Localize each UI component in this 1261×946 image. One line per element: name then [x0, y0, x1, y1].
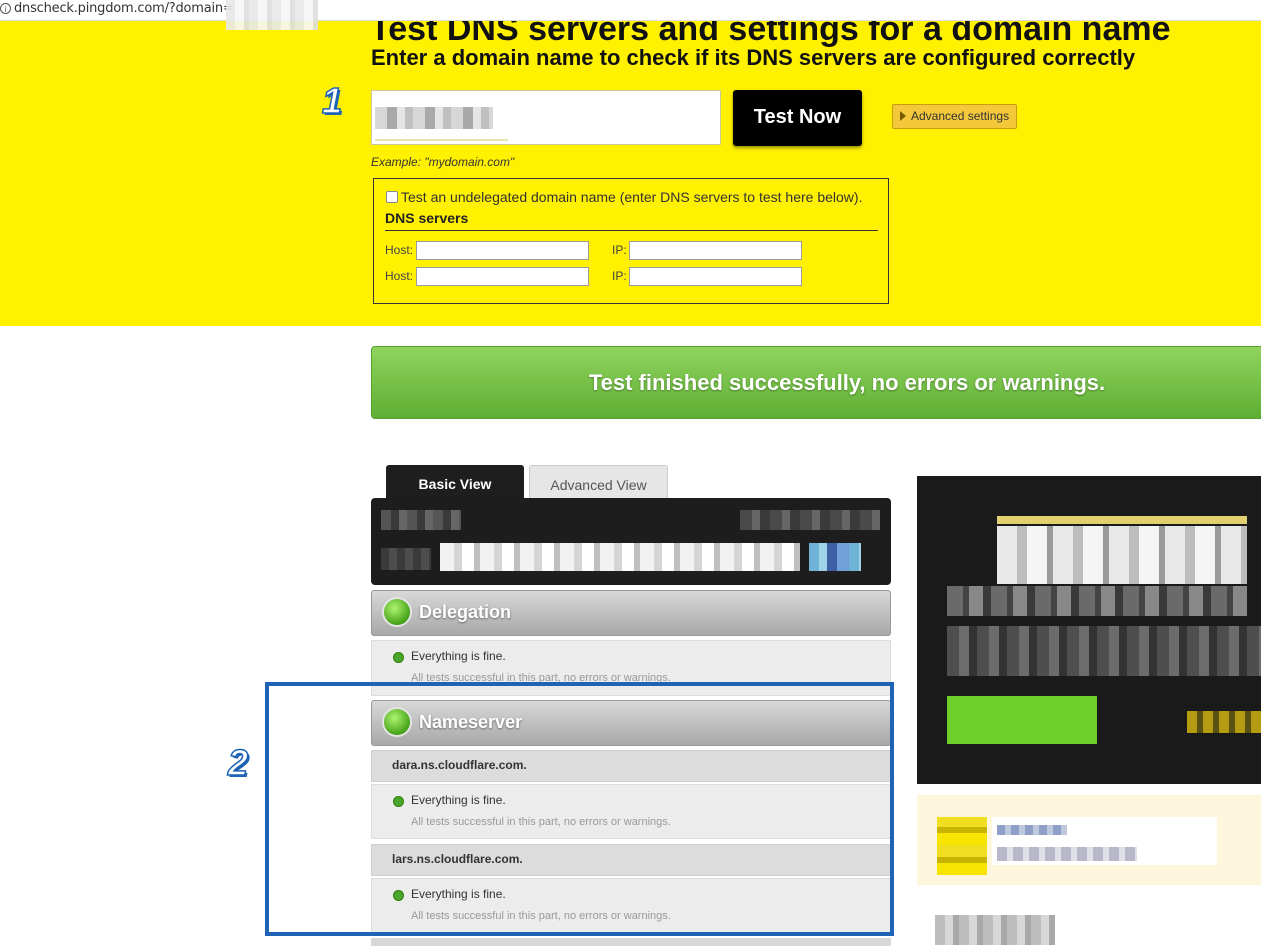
info-circle-icon[interactable]: i [0, 3, 11, 14]
redacted-text [947, 586, 1247, 616]
domain-input[interactable] [371, 90, 721, 145]
advertisement[interactable] [917, 476, 1261, 784]
annotation-step-2: 2 [227, 741, 249, 784]
redacted-text [740, 510, 880, 530]
delegation-section-header[interactable]: Delegation [371, 590, 891, 636]
ip-label: IP: [612, 269, 627, 283]
advanced-settings-button[interactable]: Advanced settings [892, 104, 1017, 129]
example-hint: Example: "mydomain.com" [371, 155, 515, 169]
advanced-settings-label: Advanced settings [911, 109, 1010, 123]
tab-basic-view[interactable]: Basic View [386, 465, 524, 499]
redacted-text [440, 543, 800, 571]
status-text: Everything is fine. [411, 649, 506, 663]
host-label: Host: [385, 243, 414, 257]
advertisement-footer [917, 895, 1261, 946]
page-subtitle: Enter a domain name to check if its DNS … [371, 45, 1136, 70]
redacted-domain-value [375, 107, 493, 129]
section-title: Delegation [419, 602, 512, 622]
tab-advanced-view[interactable]: Advanced View [529, 465, 668, 499]
redacted-text [947, 626, 1261, 676]
redacted-text [381, 510, 461, 530]
redacted-text [935, 915, 1055, 945]
undelegated-dns-box: Test an undelegated domain name (enter D… [373, 178, 889, 304]
redacted-image [997, 526, 1247, 584]
annotation-step-1: 1 [321, 79, 343, 122]
triangle-right-icon [900, 111, 906, 121]
next-section-edge [371, 938, 891, 946]
advertisement-card[interactable] [917, 795, 1261, 885]
spellcheck-underline [375, 139, 508, 141]
success-message: Test finished successfully, no errors or… [588, 370, 1106, 395]
undelegated-checkbox[interactable] [386, 191, 398, 203]
redacted-text [997, 847, 1137, 861]
divider [385, 230, 878, 231]
highlight-rectangle [265, 682, 894, 936]
ip-input-2[interactable] [629, 267, 802, 286]
dns-test-form: Test DNS servers and settings for a doma… [0, 10, 1261, 326]
result-summary-panel [371, 498, 891, 585]
redacted-icon [809, 543, 861, 571]
test-now-button[interactable]: Test Now [733, 90, 862, 146]
status-ok-icon [384, 599, 410, 625]
success-banner: Test finished successfully, no errors or… [371, 346, 1261, 419]
redacted-bar [997, 516, 1247, 524]
redacted-text [1187, 711, 1261, 733]
ip-input-1[interactable] [629, 241, 802, 260]
redacted-text [997, 825, 1067, 835]
host-label: Host: [385, 269, 414, 283]
redacted-domain [226, 0, 318, 30]
status-ok-icon [394, 653, 403, 662]
url-text[interactable]: dnscheck.pingdom.com/?domain= [14, 1, 234, 16]
dns-servers-heading: DNS servers [385, 210, 469, 226]
ip-label: IP: [612, 243, 627, 257]
host-input-1[interactable] [416, 241, 589, 260]
undelegated-label: Test an undelegated domain name (enter D… [401, 189, 863, 205]
redacted-logo [937, 817, 987, 875]
redacted-button[interactable] [947, 696, 1097, 744]
host-input-2[interactable] [416, 267, 589, 286]
address-bar[interactable]: i dnscheck.pingdom.com/?domain= [0, 0, 1261, 30]
redacted-text [381, 548, 431, 570]
